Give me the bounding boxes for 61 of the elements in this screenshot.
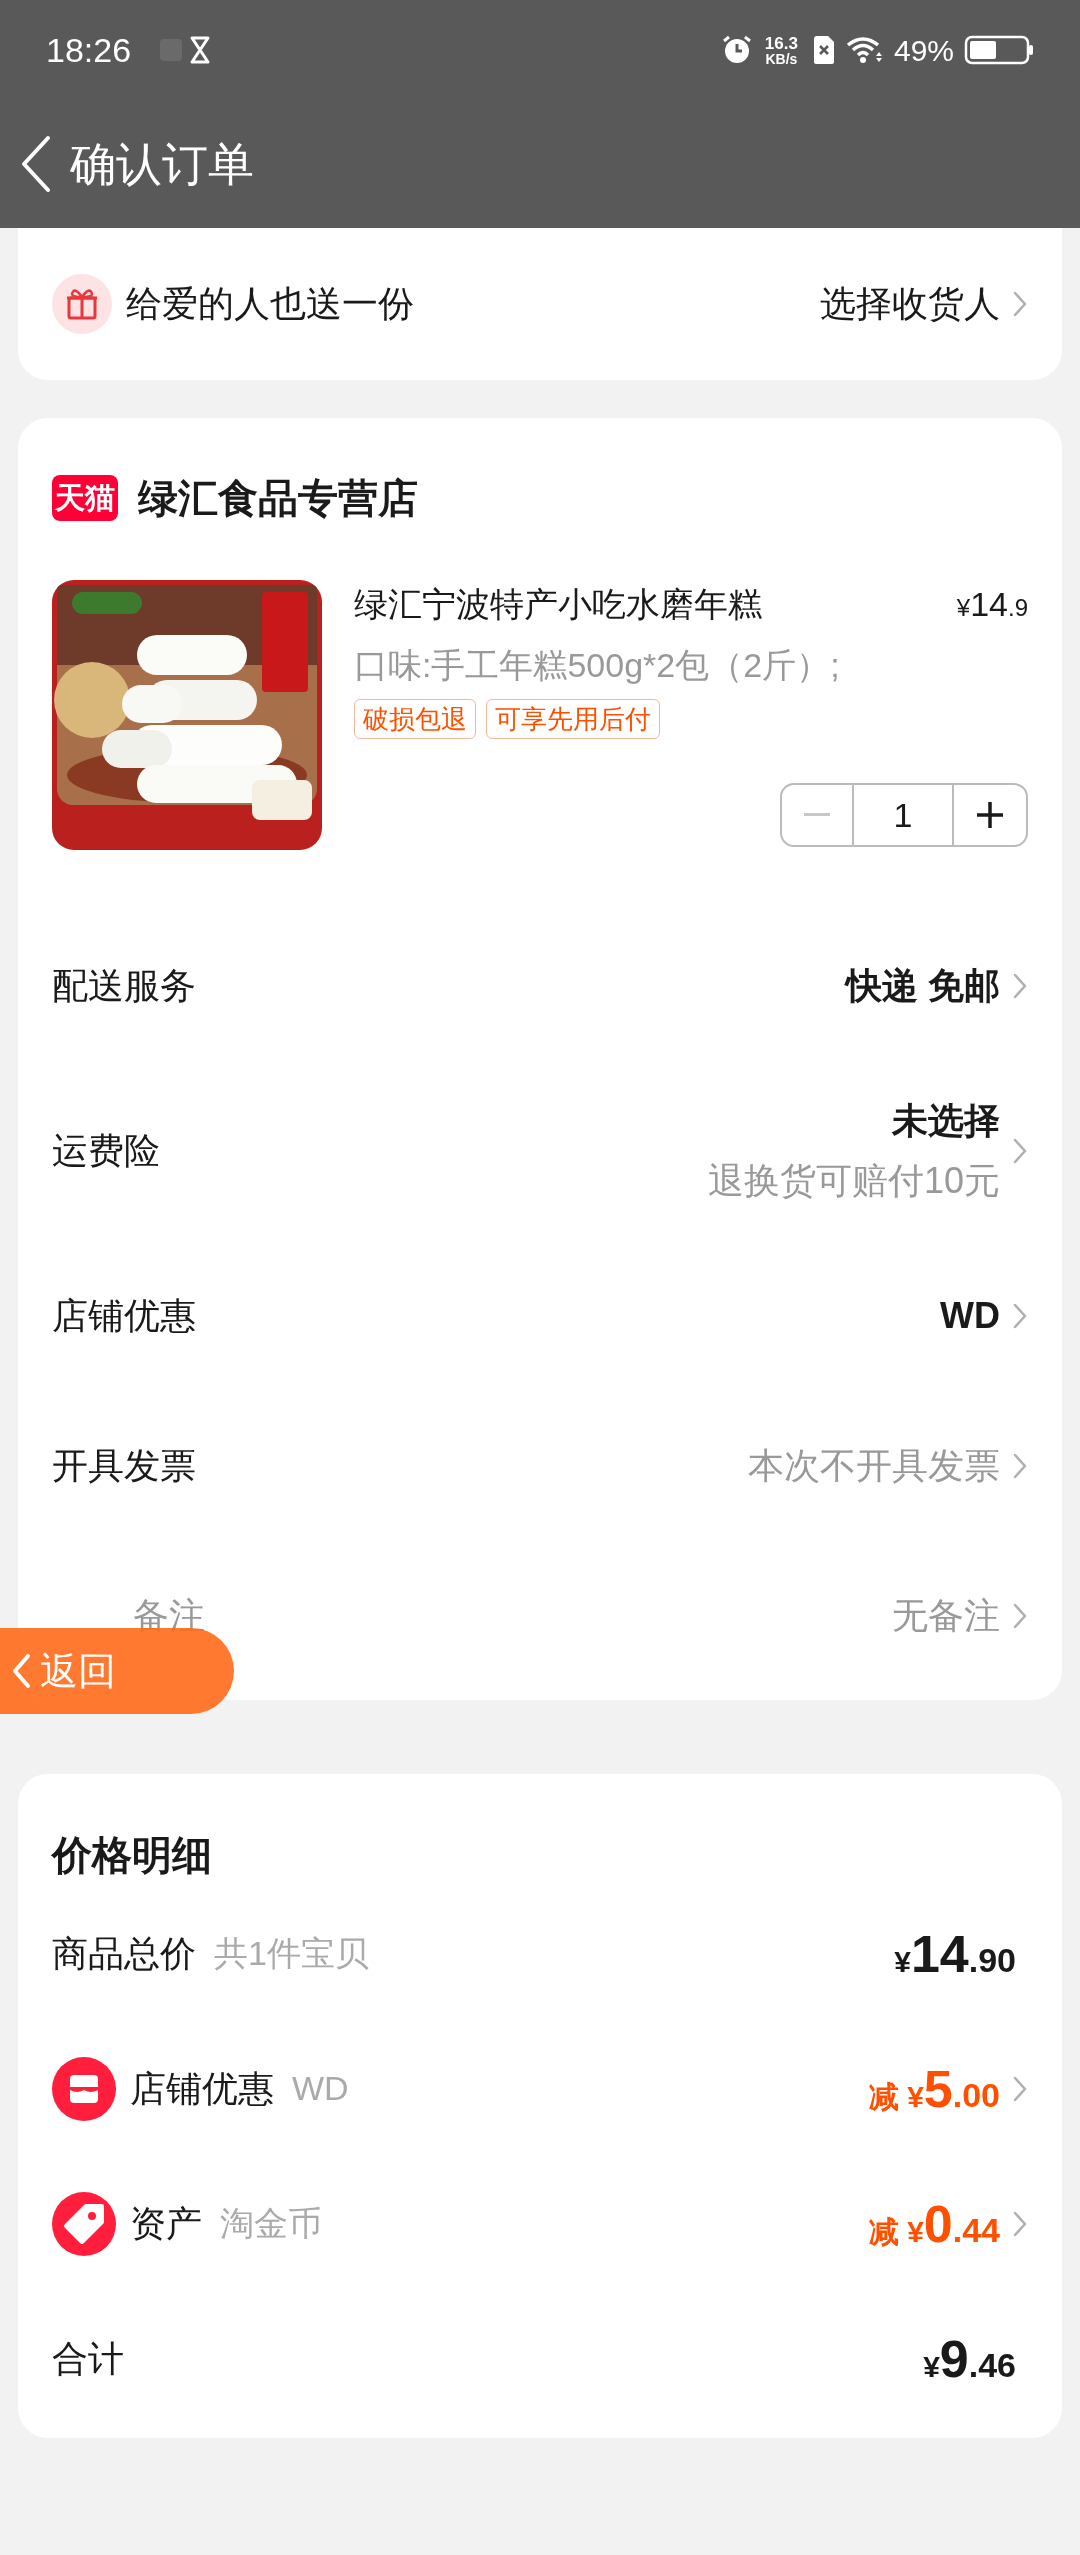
chevron-right-icon <box>1012 1302 1028 1330</box>
option-label: 配送服务 <box>52 964 196 1008</box>
option-value: 未选择 <box>892 1099 1000 1143</box>
discount-row[interactable]: 资产 淘金币 减 ¥0.44 <box>52 2156 1028 2291</box>
price-label: 店铺优惠 <box>130 2066 274 2111</box>
plus-icon <box>976 801 1004 829</box>
product-price: ¥14.9 <box>956 584 1028 625</box>
price-amount: 减 ¥0.44 <box>869 2193 1000 2255</box>
hourglass-icon <box>189 36 212 64</box>
store-badge: 天猫 <box>52 475 118 521</box>
network-unit: KB/s <box>765 51 798 66</box>
chevron-right-icon <box>1012 2209 1028 2238</box>
option-label: 店铺优惠 <box>52 1294 196 1338</box>
price-amount: 减 ¥5.00 <box>869 2058 1000 2120</box>
chevron-right-icon <box>1012 2074 1028 2103</box>
option-value: 本次不开具发票 <box>748 1444 1000 1488</box>
gift-label: 给爱的人也送一份 <box>126 282 414 326</box>
chevron-right-icon <box>1012 290 1028 318</box>
battery-percent: 49% <box>893 32 954 69</box>
chevron-right-icon <box>1012 1602 1028 1630</box>
quantity-value: 1 <box>854 785 954 845</box>
battery-icon <box>964 35 1034 65</box>
price-amount: ¥14.90 <box>894 1923 1016 1985</box>
option-row[interactable]: 店铺优惠 WD <box>52 1241 1028 1391</box>
price-label: 资产 <box>130 2201 202 2246</box>
service-tag: 破损包退 <box>354 699 476 739</box>
store-icon <box>52 2056 116 2121</box>
sim-card-icon <box>811 35 836 65</box>
price-note: 淘金币 <box>220 2203 322 2244</box>
status-time: 18:26 <box>46 29 132 71</box>
price-amount: ¥9.46 <box>923 2328 1016 2390</box>
option-label: 开具发票 <box>52 1444 196 1488</box>
option-row[interactable]: 开具发票 本次不开具发票 <box>52 1391 1028 1541</box>
gift-icon <box>52 274 112 334</box>
option-value: 无备注 <box>892 1594 1000 1638</box>
option-row[interactable]: 配送服务 快递 免邮 <box>52 911 1028 1061</box>
chevron-right-icon <box>1012 1452 1028 1480</box>
price-label: 商品总价 <box>52 1931 196 1976</box>
option-row[interactable]: 运费险 未选择 退换货可赔付10元 <box>52 1061 1028 1241</box>
option-note: 退换货可赔付10元 <box>707 1159 1000 1203</box>
price-label: 合计 <box>52 2336 124 2381</box>
product-title: 绿汇宁波特产小吃水磨年糕 <box>354 584 762 625</box>
option-value: WD <box>940 1294 1000 1338</box>
product-spec: 口味:手工年糕500g*2包（2斤）; <box>354 645 841 686</box>
tag-icon <box>52 2191 116 2256</box>
price-note: 共1件宝贝 <box>214 1933 369 1974</box>
option-value: 快递 免邮 <box>846 964 1000 1008</box>
chevron-right-icon <box>1012 1137 1028 1165</box>
service-tag: 可享先用后付 <box>486 699 660 739</box>
store-name: 绿汇食品专营店 <box>138 475 418 522</box>
section-title: 价格明细 <box>52 1832 213 1879</box>
chevron-right-icon <box>1012 972 1028 1000</box>
price-note: WD <box>292 2068 349 2109</box>
page-title: 确认订单 <box>70 136 254 192</box>
network-speed: 16.3 <box>764 34 798 52</box>
option-label: 运费险 <box>52 1129 160 1173</box>
choose-recipient-link[interactable]: 选择收货人 <box>820 277 1028 331</box>
discount-row[interactable]: 店铺优惠 WD 减 ¥5.00 <box>52 2021 1028 2156</box>
minus-icon <box>804 813 830 817</box>
alarm-icon <box>720 34 753 66</box>
wifi-icon <box>845 36 884 64</box>
